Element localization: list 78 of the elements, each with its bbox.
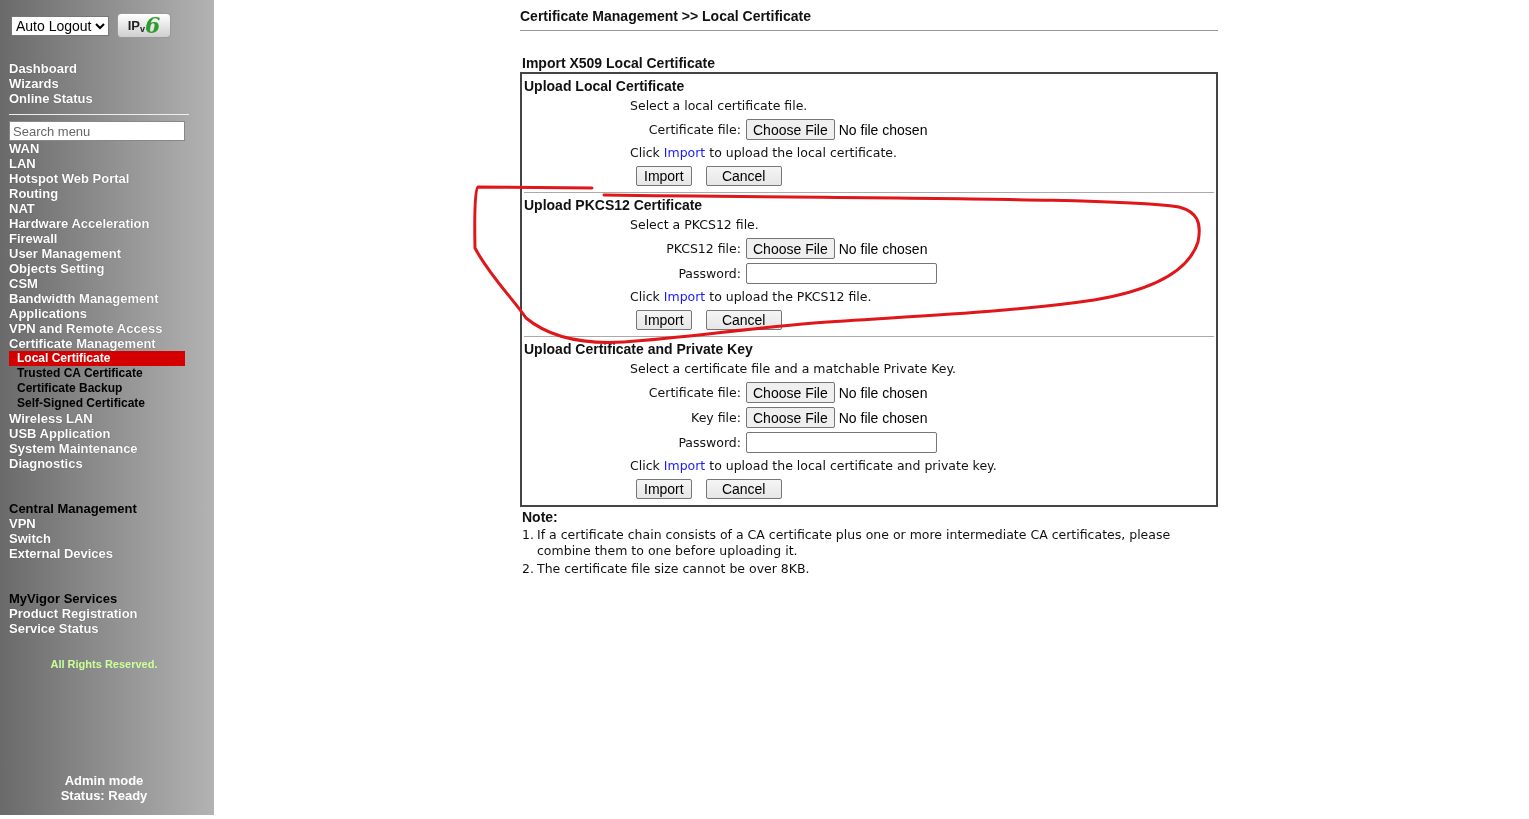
sidebar-menu-item[interactable]: Trusted CA Certificate — [9, 366, 185, 381]
note-number: 2. — [522, 561, 535, 577]
choose-file-button[interactable]: Choose File — [746, 238, 835, 259]
sidebar-menu-item[interactable]: Hardware Acceleration — [9, 216, 185, 231]
section-title: Upload Certificate and Private Key — [524, 340, 754, 358]
sidebar-menu-item[interactable]: Switch — [9, 531, 185, 546]
copyright-text: All Rights Reserved. — [49, 658, 159, 670]
sidebar-menu-item[interactable]: LAN — [9, 156, 185, 171]
section-description: Select a local certificate file. — [629, 97, 809, 115]
sidebar-menu-item[interactable]: User Management — [9, 246, 185, 261]
section-title: Upload Local Certificate — [524, 77, 686, 95]
status-text: Status: Ready — [59, 788, 149, 803]
breadcrumb: Certificate Management >> Local Certificate — [520, 8, 1218, 31]
sidebar-menu-item[interactable]: Service Status — [9, 621, 185, 636]
search-field[interactable]: Search menu — [9, 121, 185, 141]
sidebar-menu-item[interactable]: External Devices — [9, 546, 185, 561]
file-status-text: No file chosen — [838, 240, 928, 257]
sidebar-menu-item[interactable]: Certificate Management — [9, 336, 185, 351]
admin-mode-text: Admin mode — [63, 773, 145, 788]
sidebar-menu-item[interactable]: Hotspot Web Portal — [9, 171, 185, 186]
section-title: Upload PKCS12 Certificate — [524, 196, 704, 214]
field-label: Certificate file: — [647, 385, 742, 400]
sidebar-menu-item[interactable]: Wireless LAN — [9, 411, 185, 426]
field-label: Certificate file: — [647, 122, 742, 137]
sidebar-menu-item[interactable]: WAN — [9, 141, 185, 156]
password-field[interactable] — [746, 263, 937, 284]
choose-file-button[interactable]: Choose File — [746, 119, 835, 140]
menu-group-heading: MyVigor Services — [9, 591, 119, 606]
cancel-button[interactable]: Cancel — [705, 166, 782, 186]
import-link[interactable]: Import — [663, 289, 706, 304]
import-button[interactable]: Import — [636, 166, 692, 186]
section-description: Select a certificate file and a matchable Private Key. — [629, 360, 958, 378]
instruction-text: Click Import to upload the PKCS12 file. — [629, 288, 873, 306]
file-status-text: No file chosen — [838, 384, 928, 401]
sidebar-menu-item[interactable]: Wizards — [9, 76, 185, 91]
sidebar-menu-item[interactable]: System Maintenance — [9, 441, 185, 456]
field-label: Password: — [677, 435, 742, 450]
sidebar-menu-item[interactable]: CSM — [9, 276, 185, 291]
sidebar-menu-item[interactable]: VPN — [9, 516, 185, 531]
import-link[interactable]: Import — [663, 458, 706, 473]
file-status-text: No file chosen — [838, 409, 928, 426]
file-status-text: No file chosen — [838, 121, 928, 138]
import-link[interactable]: Import — [663, 145, 706, 160]
cancel-button[interactable]: Cancel — [705, 310, 782, 330]
sidebar-menu-item[interactable]: Diagnostics — [9, 456, 185, 471]
note-title: Note: — [521, 509, 559, 525]
choose-file-button[interactable]: Choose File — [746, 407, 835, 428]
sidebar-menu-item[interactable]: USB Application — [9, 426, 185, 441]
sidebar-menu-item[interactable]: Routing — [9, 186, 185, 201]
password-field[interactable] — [746, 432, 937, 453]
panel-title: Import X509 Local Certificate — [521, 54, 716, 72]
note-number: 1. — [522, 527, 535, 544]
sidebar-menu-item[interactable]: Self-Signed Certificate — [9, 396, 185, 411]
auto-logout-dropdown[interactable]: Auto Logout — [11, 15, 109, 36]
sidebar-menu-item[interactable]: Bandwidth Management — [9, 291, 185, 306]
sidebar-menu-item[interactable]: Applications — [9, 306, 185, 321]
sidebar-menu-item[interactable]: Online Status — [9, 91, 185, 106]
import-button[interactable]: Import — [636, 310, 692, 330]
sidebar-menu-item[interactable]: Certificate Backup — [9, 381, 185, 396]
sidebar-menu-item[interactable]: Dashboard — [9, 61, 185, 76]
sidebar-menu-item[interactable]: VPN and Remote Access — [9, 321, 185, 336]
choose-file-button[interactable]: Choose File — [746, 382, 835, 403]
menu-group-heading: Central Management — [9, 501, 138, 516]
sidebar-menu-item[interactable]: NAT — [9, 201, 185, 216]
instruction-text: Click Import to upload the local certificate. — [629, 144, 898, 162]
field-label: Key file: — [690, 410, 742, 425]
cancel-button[interactable]: Cancel — [705, 479, 782, 499]
sidebar-menu-item[interactable]: Product Registration — [9, 606, 185, 621]
instruction-text: Click Import to upload the local certificate and private key. — [629, 457, 998, 475]
sidebar-menu-item[interactable]: Local Certificate — [9, 351, 185, 366]
note-text: The certificate file size cannot be over 8KB. — [537, 561, 810, 577]
sidebar-menu-item[interactable]: Objects Setting — [9, 261, 185, 276]
field-label: Password: — [677, 266, 742, 281]
note-text: If a certificate chain consists of a CA certificate plus one or more intermediate CA certificates, please combine them to one before uploading it. — [537, 527, 1172, 559]
field-label: PKCS12 file: — [665, 241, 742, 256]
sidebar-menu-item[interactable]: Firewall — [9, 231, 185, 246]
section-description: Select a PKCS12 file. — [629, 216, 760, 234]
import-button[interactable]: Import — [636, 479, 692, 499]
